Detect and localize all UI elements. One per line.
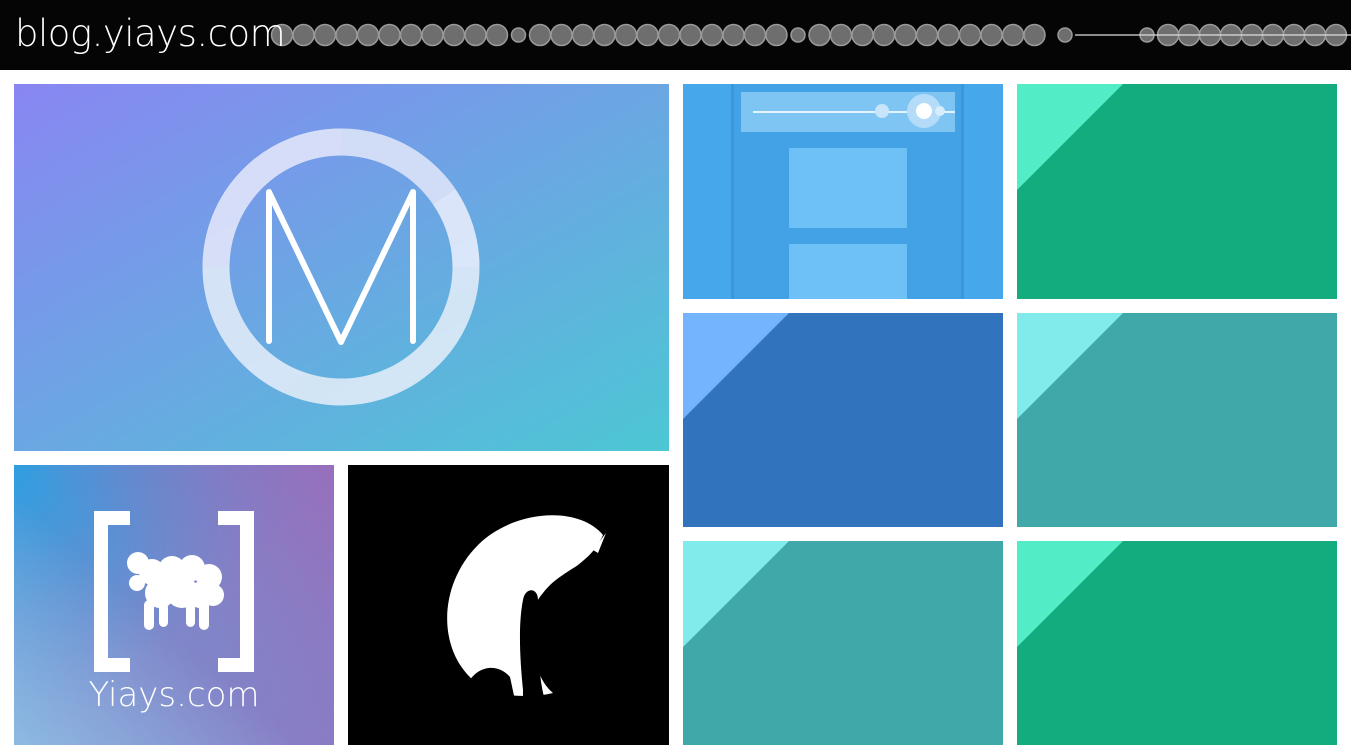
loading-dot [808, 23, 831, 47]
corner-fold-icon [1017, 84, 1337, 299]
loading-dot [743, 23, 767, 47]
loading-dot [1057, 27, 1073, 43]
loading-dot [980, 23, 1003, 47]
loading-dot [790, 27, 806, 43]
loading-dot [851, 23, 874, 47]
post-tile-teal-2[interactable] [683, 541, 1003, 745]
loading-dot [657, 23, 681, 47]
corner-fold-icon [1017, 541, 1337, 745]
loading-dot [485, 23, 509, 47]
loading-dot [571, 23, 595, 47]
loading-dot [335, 23, 358, 47]
loading-dot [593, 23, 616, 47]
loading-dot [958, 23, 982, 47]
post-tile-blue[interactable] [683, 313, 1003, 527]
corner-fold-icon [683, 313, 1003, 527]
loading-dot [700, 23, 724, 47]
corner-fold-icon [683, 541, 1003, 745]
loading-dot [722, 23, 745, 47]
loading-dot [829, 23, 853, 47]
loading-dot [765, 23, 788, 47]
loading-dot [292, 23, 315, 47]
site-header: blog.yiays.com [0, 0, 1351, 70]
loading-dot [915, 23, 939, 47]
loading-dot [378, 23, 401, 47]
post-tile-yiays[interactable]: Yiays.com [14, 465, 334, 745]
loading-dot [894, 23, 917, 47]
loading-dot [313, 23, 337, 47]
post-tile-app-mockup[interactable] [683, 84, 1003, 299]
loading-dot [614, 23, 638, 47]
m-ring-logo-icon [14, 84, 669, 451]
loading-dot [421, 23, 444, 47]
loading-dot [528, 23, 552, 47]
loading-dot [399, 23, 423, 47]
loading-dot [937, 23, 960, 47]
loading-dot [442, 23, 466, 47]
loading-dot [872, 23, 896, 47]
corner-fold-icon [1017, 313, 1337, 527]
loading-dot [464, 23, 487, 47]
post-tile-moon[interactable] [348, 465, 669, 745]
post-tile-teal-1[interactable] [1017, 313, 1337, 527]
post-tile-green-2[interactable] [1017, 541, 1337, 745]
loading-dot [510, 27, 527, 43]
post-tile-m-logo[interactable] [14, 84, 669, 451]
app-mockup-icon [683, 84, 1003, 299]
loading-dot [550, 23, 573, 47]
loading-dot [356, 23, 380, 47]
loading-dot [1023, 23, 1046, 47]
loading-dot [679, 23, 702, 47]
moon-silhouette-icon [348, 465, 669, 745]
yiays-logo-text: Yiays.com [88, 675, 260, 715]
loading-dot [1001, 23, 1025, 47]
site-title-link[interactable]: blog.yiays.com [15, 12, 286, 56]
post-tile-green-1[interactable] [1017, 84, 1337, 299]
loading-dot [636, 23, 659, 47]
